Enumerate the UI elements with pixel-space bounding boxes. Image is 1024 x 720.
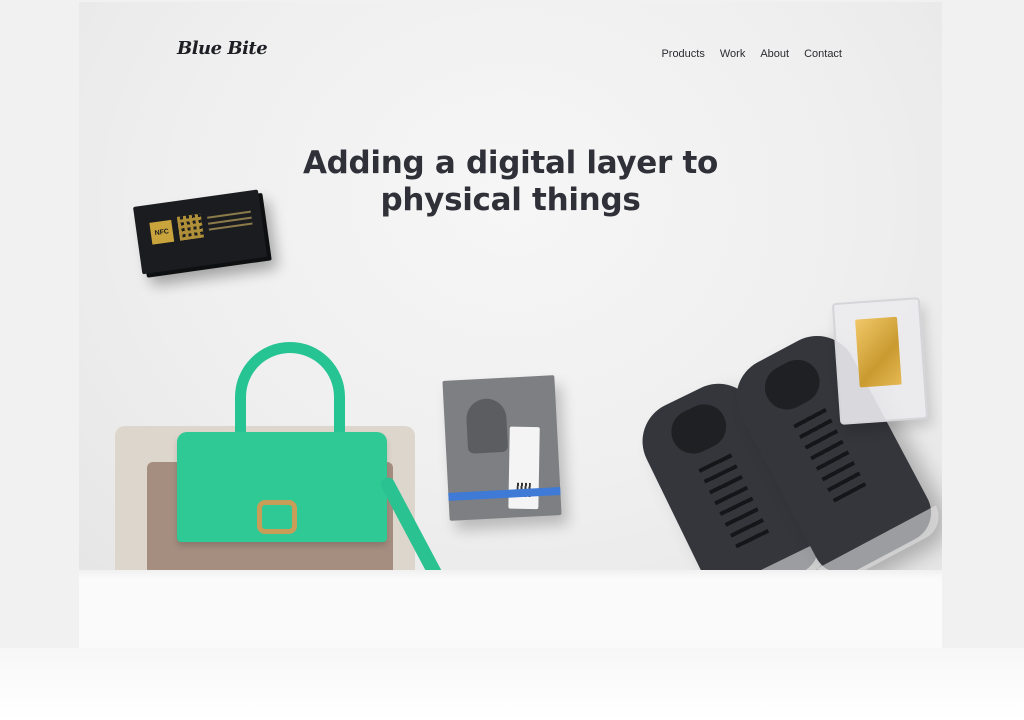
sneaker-laces [697,451,770,549]
tag-blue-band [448,487,561,501]
nav-contact[interactable]: Contact [804,48,842,60]
content-area [79,578,942,648]
gold-bar-case-image [831,297,929,425]
nav-products[interactable]: Products [661,48,704,60]
nfc-chip-icon: NFC [149,219,175,245]
handbag-clasp [257,500,297,534]
site-logo[interactable]: Blue Bite [177,38,268,59]
qr-code-icon [176,213,204,241]
card-text-lines [207,210,253,235]
website-frame: Blue Bite Products Work About Contact Ad… [79,2,942,648]
product-tag-image [442,375,562,521]
hero-bottom-edge [79,570,942,578]
gold-bar [855,316,902,388]
sneaker-sole [817,505,942,570]
handbag-image [115,342,475,570]
sneaker-collar [663,396,734,462]
nav-work[interactable]: Work [720,48,745,60]
hero-headline-line-1: Adding a digital layer to [302,145,719,181]
hero-section: Blue Bite Products Work About Contact Ad… [79,2,942,570]
nav-about[interactable]: About [760,48,789,60]
main-nav: Products Work About Contact [661,48,842,60]
tag-face-graphic [465,397,509,454]
sneaker-collar [757,352,828,418]
page-bottom-fade [0,648,1024,720]
